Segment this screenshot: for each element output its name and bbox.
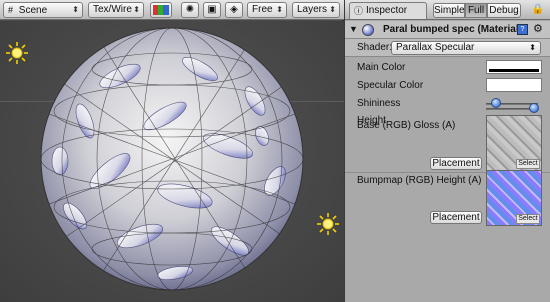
mode-full-button[interactable]: Full [465,3,487,18]
scene-view: # Scene ⬍ Tex/Wire ⬍ ✺ ▣ ◈ Free ⬍ Layers… [0,0,344,302]
layers-dropdown[interactable]: Layers ⬍ [292,2,340,18]
tab-inspector[interactable]: ⓘ Inspector [349,2,427,19]
shader-dropdown[interactable]: Parallax Specular ⬍ [391,41,541,55]
specular-color-label: Specular Color [357,80,424,91]
inspector-panel: ⓘ Inspector Simple Full Debug 🔒 ▼ Paral … [345,0,550,302]
specular-color-swatch[interactable] [486,78,542,92]
scene-view-dropdown[interactable]: # Scene ⬍ [3,2,83,18]
light-icon[interactable] [316,212,340,236]
base-texture-label: Base (RGB) Gloss (A) [357,120,456,131]
base-texture-slot[interactable]: Select [486,115,542,171]
grid-icon: # [8,5,14,15]
image-toggle-icon[interactable]: ▣ [203,2,221,18]
dropdown-arrow-icon: ⬍ [72,5,79,14]
height-slider-knob[interactable] [529,103,540,113]
textured-sphere[interactable] [0,21,344,302]
dropdown-arrow-icon: ⬍ [133,5,140,14]
audio-cube-icon[interactable]: ◈ [225,2,243,18]
shininess-slider-knob[interactable] [491,98,502,108]
mode-debug-button[interactable]: Debug [487,3,521,18]
material-header: ▼ Paral bumped spec (Material) ? ⚙ [345,21,550,39]
dropdown-arrow-icon: ⬍ [529,43,536,52]
bumpmap-select-button[interactable]: Select [516,214,540,224]
dropdown-arrow-icon: ⬍ [276,5,283,14]
material-sphere-icon [362,24,374,36]
mode-simple-button[interactable]: Simple [433,3,465,18]
info-icon: ⓘ [354,6,364,16]
shader-label: Shader: [357,42,393,53]
bumpmap-texture-slot[interactable]: Select [486,170,542,226]
inspector-tabbar: ⓘ Inspector Simple Full Debug 🔒 [345,0,550,20]
lock-icon[interactable]: 🔒 [530,2,546,18]
base-select-button[interactable]: Select [516,159,540,169]
foldout-arrow-icon[interactable]: ▼ [349,24,358,34]
main-color-swatch[interactable] [486,60,542,74]
rgb-channels-icon[interactable] [150,2,172,18]
alpha-bar [489,69,539,72]
camera-mode-dropdown[interactable]: Free ⬍ [247,2,287,18]
bumpmap-placement-button[interactable]: Placement [430,211,482,224]
scene-toolbar: # Scene ⬍ Tex/Wire ⬍ ✺ ▣ ◈ Free ⬍ Layers… [0,0,344,20]
gear-icon[interactable]: ⚙ [533,22,543,35]
sun-toggle-icon[interactable]: ✺ [181,2,199,18]
help-book-icon[interactable]: ? [517,24,528,35]
shader-row: Shader: Parallax Specular ⬍ [345,39,550,57]
scene-viewport[interactable] [0,21,344,302]
dropdown-arrow-icon: ⬍ [329,5,336,14]
light-icon[interactable] [5,41,29,65]
shininess-label: Shininess [357,98,401,109]
base-placement-button[interactable]: Placement [430,157,482,170]
material-title: Paral bumped spec (Material) [383,24,522,35]
render-mode-dropdown[interactable]: Tex/Wire ⬍ [88,2,144,18]
bumpmap-texture-label: Bumpmap (RGB) Height (A) [357,175,482,186]
main-color-label: Main Color [357,62,406,73]
